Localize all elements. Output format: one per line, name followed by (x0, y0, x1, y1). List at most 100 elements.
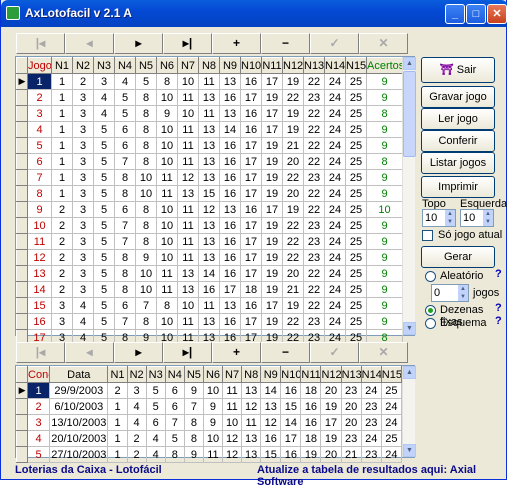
table-cell[interactable]: 11 (177, 233, 199, 250)
table-cell[interactable]: 1 (51, 73, 73, 90)
table-cell[interactable]: 4 (126, 398, 147, 415)
table-cell[interactable]: 14 (219, 121, 241, 138)
table-cell[interactable]: 24 (324, 153, 346, 170)
table-cell[interactable]: 24 (380, 414, 403, 431)
column-header[interactable]: N3 (145, 366, 166, 383)
table-cell[interactable]: 4 (27, 430, 51, 447)
table-cell[interactable]: 4 (126, 414, 147, 431)
table-cell[interactable]: 11 (156, 265, 178, 282)
table-cell[interactable]: 25 (345, 249, 367, 266)
table-cell[interactable]: 13 (219, 201, 241, 218)
table-cell[interactable]: 2 (51, 249, 73, 266)
table-cell[interactable]: 9 (366, 217, 403, 234)
table-cell[interactable]: 19 (261, 233, 283, 250)
table-cell[interactable]: 12 (177, 169, 199, 186)
table-cell[interactable]: 5 (145, 398, 166, 415)
plus-nav-button[interactable]: + (212, 342, 261, 363)
table-cell[interactable]: 17 (240, 89, 262, 106)
table-cell[interactable]: 20 (320, 446, 342, 463)
table-row[interactable]: 7 1 3 5 8 10 11 12 13 16 17 19 22 23 24 25 9 (16, 169, 403, 186)
table-cell[interactable]: 17 (261, 121, 283, 138)
table-row[interactable]: 11 2 3 5 7 8 10 11 13 16 17 19 22 23 24 25 9 (16, 233, 403, 250)
table-cell[interactable]: 2 (126, 430, 147, 447)
table-cell[interactable]: 13 (198, 313, 220, 330)
table-cell[interactable]: 12 (222, 430, 243, 447)
close-button[interactable]: ✕ (487, 4, 507, 24)
table-cell[interactable]: 17 (240, 265, 262, 282)
row-indicator[interactable] (16, 137, 28, 154)
table-cell[interactable]: 25 (345, 297, 367, 314)
table-cell[interactable]: 24 (324, 169, 346, 186)
table-cell[interactable]: 19 (261, 185, 283, 202)
scheme-radio[interactable] (425, 318, 436, 329)
help-icon[interactable]: ? (495, 302, 502, 314)
table-cell[interactable]: 1 (107, 446, 128, 463)
table-cell[interactable]: 10 (156, 233, 178, 250)
table-cell[interactable]: 16 (300, 414, 322, 431)
table-cell[interactable]: 5 (93, 153, 115, 170)
table-cell[interactable]: 25 (345, 201, 367, 218)
table-cell[interactable]: 24 (360, 382, 382, 399)
table-cell[interactable]: 7 (135, 297, 157, 314)
table-cell[interactable]: 24 (380, 398, 403, 415)
last-nav-button[interactable]: ▸| (163, 33, 212, 54)
table-cell[interactable]: 21 (282, 137, 304, 154)
table-cell[interactable]: 9 (366, 73, 403, 90)
cancel-nav-button[interactable]: ✕ (359, 33, 408, 54)
table-cell[interactable]: 11 (177, 153, 199, 170)
table-cell[interactable]: 2 (51, 233, 73, 250)
table-cell[interactable]: 9 (366, 249, 403, 266)
table-cell[interactable]: 17 (240, 185, 262, 202)
table-cell[interactable]: 11 (177, 217, 199, 234)
table-cell[interactable]: 23 (340, 430, 362, 447)
games-count-spinner[interactable]: 0 ▲ ▼ (431, 284, 469, 302)
table-cell[interactable]: 10 (156, 89, 178, 106)
table-cell[interactable]: 3 (27, 105, 52, 122)
table-cell[interactable]: 11 (198, 73, 220, 90)
table-cell[interactable]: 1 (51, 153, 73, 170)
table-cell[interactable]: 1 (107, 430, 128, 447)
table-cell[interactable]: 9 (366, 121, 403, 138)
spin-up-icon[interactable]: ▲ (483, 210, 493, 218)
table-cell[interactable]: 8 (114, 265, 136, 282)
table-cell[interactable]: 3 (72, 137, 94, 154)
table-cell[interactable]: 22 (303, 105, 325, 122)
check-nav-button[interactable]: ✓ (310, 342, 359, 363)
table-cell[interactable]: 16 (280, 446, 302, 463)
table-cell[interactable]: 5 (114, 89, 136, 106)
column-header[interactable]: N2 (72, 57, 94, 74)
table-cell[interactable]: 17 (240, 137, 262, 154)
table-cell[interactable]: 24 (324, 265, 346, 282)
table-cell[interactable]: 15 (27, 297, 52, 314)
table-cell[interactable]: 22 (303, 201, 325, 218)
table-cell[interactable]: 10 (156, 121, 178, 138)
column-header[interactable]: N3 (93, 57, 115, 74)
table-cell[interactable]: 3 (72, 185, 94, 202)
table-cell[interactable]: 13 (177, 281, 199, 298)
table-row[interactable]: 3 1 3 4 5 8 9 10 11 13 16 17 19 22 24 25 8 (16, 105, 403, 122)
table-cell[interactable]: 29/9/2003 (49, 382, 109, 399)
table-cell[interactable]: 13 (198, 89, 220, 106)
table-cell[interactable]: 7 (183, 398, 204, 415)
table-cell[interactable]: 11 (156, 169, 178, 186)
table-row[interactable]: 5 27/10/2003 1 2 4 8 9 11 12 13 15 16 19 20 21 23 24 (15, 446, 403, 463)
table-cell[interactable]: 1 (107, 414, 128, 431)
table-cell[interactable]: 24 (324, 105, 346, 122)
fixed-numbers-radio[interactable] (425, 305, 436, 316)
table-cell[interactable]: 19 (282, 201, 304, 218)
table-row[interactable]: 16 3 4 5 7 8 10 11 13 16 17 19 22 23 24 25 9 (16, 313, 403, 330)
table-cell[interactable]: 6 (164, 382, 185, 399)
table-cell[interactable]: 19 (282, 105, 304, 122)
table-cell[interactable]: 19 (261, 137, 283, 154)
table-cell[interactable]: 6 (145, 414, 166, 431)
table-cell[interactable]: 24 (324, 249, 346, 266)
table-cell[interactable]: 12 (27, 249, 52, 266)
table-cell[interactable]: 16 (300, 398, 322, 415)
table-cell[interactable]: 10 (156, 153, 178, 170)
table-cell[interactable]: 24 (324, 313, 346, 330)
column-header[interactable]: Jogo (27, 57, 52, 74)
table-cell[interactable]: 9 (366, 169, 403, 186)
generate-button[interactable]: Gerar (421, 246, 495, 268)
column-header[interactable]: N13 (340, 366, 362, 383)
table-cell[interactable]: 10 (177, 73, 199, 90)
